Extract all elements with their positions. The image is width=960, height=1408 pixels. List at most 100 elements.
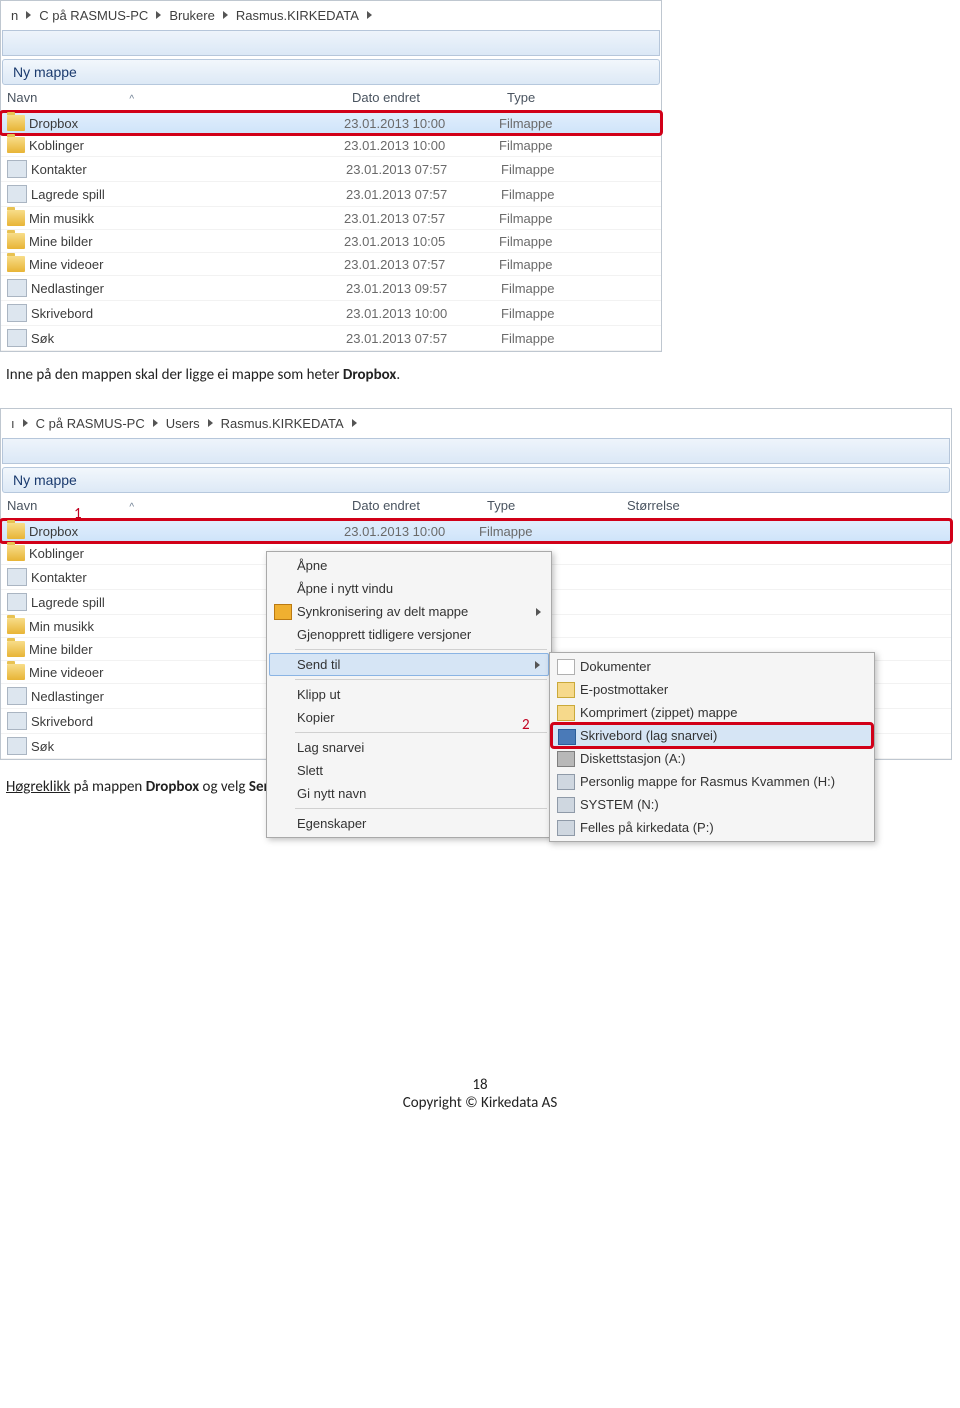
submenu-zip[interactable]: Komprimert (zippet) mappe <box>552 701 872 724</box>
file-date: 23.01.2013 07:57 <box>344 211 499 226</box>
crumb[interactable]: Rasmus.KIRKEDATA <box>232 8 363 23</box>
folder-icon <box>7 712 27 730</box>
crumb[interactable]: ı <box>7 416 19 431</box>
annotation-2: 2 <box>522 716 530 734</box>
folder-icon <box>7 523 25 539</box>
submenu-desktop-shortcut[interactable]: Skrivebord (lag snarvei) <box>552 724 872 747</box>
file-name: Min musikk <box>29 211 344 226</box>
col-date[interactable]: Dato endret <box>352 90 507 105</box>
menu-sync-shared[interactable]: Synkronisering av delt mappe <box>269 600 549 623</box>
chevron-right-icon <box>208 419 213 427</box>
folder-icon <box>7 664 25 680</box>
file-type: Filmappe <box>479 524 619 539</box>
sync-icon <box>274 604 292 620</box>
menu-open-new-window[interactable]: Åpne i nytt vindu <box>269 577 549 600</box>
menu-delete[interactable]: Slett <box>269 759 549 782</box>
network-drive-icon <box>557 774 575 790</box>
folder-icon <box>7 618 25 634</box>
menu-separator <box>295 679 547 680</box>
instruction-text: Inne på den mappen skal der ligge ei map… <box>6 366 954 384</box>
chevron-right-icon <box>26 11 31 19</box>
menu-rename[interactable]: Gi nytt navn <box>269 782 549 805</box>
submenu-floppy[interactable]: Diskettstasjon (A:) <box>552 747 872 770</box>
menu-copy[interactable]: Kopier <box>269 706 549 729</box>
file-type: Filmappe <box>501 162 596 177</box>
table-row[interactable]: Mine bilder23.01.2013 10:05Filmappe <box>1 230 661 253</box>
file-date: 23.01.2013 09:57 <box>346 281 501 296</box>
crumb[interactable]: C på RASMUS-PC <box>35 8 152 23</box>
folder-icon <box>7 737 27 755</box>
copyright: Copyright © Kirkedata AS <box>0 1094 960 1112</box>
chevron-right-icon <box>153 419 158 427</box>
mail-icon <box>557 682 575 698</box>
menu-properties[interactable]: Egenskaper <box>269 812 549 835</box>
col-date[interactable]: Dato endret <box>352 498 487 513</box>
folder-icon <box>7 593 27 611</box>
menu-separator <box>295 808 547 809</box>
chevron-right-icon <box>223 11 228 19</box>
file-type: Filmappe <box>499 257 594 272</box>
table-row[interactable]: Koblinger23.01.2013 10:00Filmappe <box>1 134 661 157</box>
table-row[interactable]: Søk23.01.2013 07:57Filmappe <box>1 326 661 351</box>
folder-icon <box>7 687 27 705</box>
submenu-documents[interactable]: Dokumenter <box>552 655 872 678</box>
file-type: Filmappe <box>501 306 596 321</box>
col-type[interactable]: Type <box>487 498 627 513</box>
new-folder-button[interactable]: Ny mappe <box>2 467 950 493</box>
menu-create-shortcut[interactable]: Lag snarvei <box>269 736 549 759</box>
crumb[interactable]: Users <box>162 416 204 431</box>
table-row[interactable]: Dropbox 23.01.2013 10:00 Filmappe <box>1 520 951 542</box>
menu-send-to[interactable]: Send til <box>269 653 549 676</box>
submenu-drive-n[interactable]: SYSTEM (N:) <box>552 793 872 816</box>
crumb[interactable]: n <box>7 8 22 23</box>
submenu-drive-p[interactable]: Felles på kirkedata (P:) <box>552 816 872 839</box>
folder-icon <box>7 115 25 131</box>
column-headers: Navn^ Dato endret Type <box>1 86 661 112</box>
column-headers: Navn^ Dato endret Type Størrelse <box>1 494 951 520</box>
folder-icon <box>7 233 25 249</box>
new-folder-button[interactable]: Ny mappe <box>2 59 660 85</box>
chevron-right-icon <box>367 11 372 19</box>
context-menu[interactable]: Åpne Åpne i nytt vindu Synkronisering av… <box>266 551 552 838</box>
submenu-mail[interactable]: E-postmottaker <box>552 678 872 701</box>
menu-separator <box>295 649 547 650</box>
file-name: Dropbox <box>29 116 344 131</box>
folder-icon <box>7 279 27 297</box>
crumb[interactable]: Rasmus.KIRKEDATA <box>217 416 348 431</box>
menu-restore-versions[interactable]: Gjenopprett tidligere versjoner <box>269 623 549 646</box>
file-date: 23.01.2013 10:00 <box>344 116 499 131</box>
col-size[interactable]: Størrelse <box>627 498 727 513</box>
folder-icon <box>7 210 25 226</box>
folder-icon <box>7 545 25 561</box>
col-type[interactable]: Type <box>507 90 602 105</box>
file-name: Skrivebord <box>31 306 346 321</box>
crumb[interactable]: Brukere <box>165 8 219 23</box>
table-row[interactable]: Kontakter23.01.2013 07:57Filmappe <box>1 157 661 182</box>
col-name[interactable]: Navn^ <box>7 498 352 513</box>
send-to-submenu[interactable]: Dokumenter E-postmottaker Komprimert (zi… <box>549 652 875 842</box>
address-bar[interactable]: n C på RASMUS-PC Brukere Rasmus.KIRKEDAT… <box>1 1 661 29</box>
submenu-drive-h[interactable]: Personlig mappe for Rasmus Kvammen (H:) <box>552 770 872 793</box>
address-bar[interactable]: ı C på RASMUS-PC Users Rasmus.KIRKEDATA <box>1 409 951 437</box>
file-type: Filmappe <box>499 116 594 131</box>
table-row[interactable]: Nedlastinger23.01.2013 09:57Filmappe <box>1 276 661 301</box>
file-date: 23.01.2013 10:00 <box>346 306 501 321</box>
table-row[interactable]: Dropbox 23.01.2013 10:00 Filmappe <box>1 112 661 134</box>
folder-icon <box>7 329 27 347</box>
col-name[interactable]: Navn^ <box>7 90 352 105</box>
page-footer: 18 Copyright © Kirkedata AS <box>0 1076 960 1112</box>
file-date: 23.01.2013 10:05 <box>344 234 499 249</box>
menu-open[interactable]: Åpne <box>269 554 549 577</box>
file-type: Filmappe <box>501 187 596 202</box>
network-drive-icon <box>557 820 575 836</box>
crumb[interactable]: C på RASMUS-PC <box>32 416 149 431</box>
menu-cut[interactable]: Klipp ut <box>269 683 549 706</box>
table-row[interactable]: Skrivebord23.01.2013 10:00Filmappe <box>1 301 661 326</box>
chevron-right-icon <box>352 419 357 427</box>
table-row[interactable]: Mine videoer23.01.2013 07:57Filmappe <box>1 253 661 276</box>
file-date: 23.01.2013 10:00 <box>344 524 479 539</box>
table-row[interactable]: Min musikk23.01.2013 07:57Filmappe <box>1 207 661 230</box>
file-type: Filmappe <box>499 138 594 153</box>
table-row[interactable]: Lagrede spill23.01.2013 07:57Filmappe <box>1 182 661 207</box>
file-name: Søk <box>31 331 346 346</box>
